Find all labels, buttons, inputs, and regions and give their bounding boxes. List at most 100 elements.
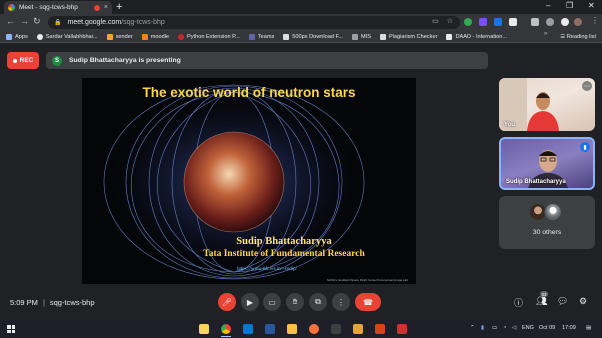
back-icon[interactable]: ← [6, 16, 15, 26]
acrobat-icon[interactable] [397, 324, 407, 334]
app-icon[interactable] [243, 324, 253, 334]
lock-icon: 🔒 [54, 20, 62, 26]
bookmark-item[interactable]: Python Extension P... [178, 33, 240, 40]
address-bar[interactable]: 🔒 meet.google.com/sqg-tcws-bhp ▭ ☆ [48, 16, 460, 29]
bookmark-item[interactable]: Teams [248, 33, 274, 40]
camera-icon: ▶ [246, 297, 254, 307]
minimize-button[interactable]: – [546, 1, 550, 10]
extension-icon[interactable] [561, 18, 569, 26]
chat-icon[interactable]: 💬︎ [557, 296, 568, 307]
teams-icon [248, 33, 255, 40]
record-dot-icon [12, 58, 17, 63]
omnibox-actions[interactable]: ▭ ☆ [432, 17, 456, 25]
extension-icon[interactable] [509, 18, 517, 26]
chrome-icon[interactable] [221, 324, 231, 334]
app-icon[interactable] [265, 324, 275, 334]
app-icon[interactable] [375, 324, 385, 334]
browser-tab-strip: Meet - sqg-tcws-bhp × + – ❐ ✕ [0, 0, 602, 14]
page-icon [283, 33, 290, 40]
tray-overflow-icon[interactable]: ⌃ [470, 325, 475, 331]
slide-title: The exotic world of neutron stars [142, 85, 356, 100]
browser-tab-meet[interactable]: Meet - sqg-tcws-bhp × [4, 1, 112, 14]
app-icon[interactable] [353, 324, 363, 334]
meeting-details-icon[interactable]: ⓘ [514, 296, 523, 309]
presenting-banner: S Sudip Bhattacharyya is presenting [46, 52, 488, 69]
participant-tile-you[interactable]: ⋯ You [499, 78, 595, 131]
extension-icon[interactable] [531, 18, 539, 26]
bookmark-item[interactable]: 500px Download F... [283, 33, 343, 40]
url-path: /sqg-tcws-bhp [121, 19, 165, 26]
file-explorer-icon[interactable] [199, 324, 209, 334]
meeting-info: 5:09 PM | sqg-tcws-bhp [10, 298, 95, 307]
presenting-text: Sudip Bhattacharyya is presenting [69, 57, 181, 64]
others-count: 30 others [532, 229, 562, 236]
bookmark-item[interactable]: moodle [141, 33, 169, 40]
tile-label: Sudip Bhattacharyya [506, 179, 566, 185]
taskbar-time[interactable]: 17:09 [562, 325, 576, 331]
browser-menu-icon[interactable]: ⋮ [591, 16, 599, 25]
tab-title: Meet - sqg-tcws-bhp [19, 4, 78, 11]
folder-icon[interactable] [287, 324, 297, 334]
participant-tile-others[interactable]: 30 others [499, 196, 595, 249]
bookmark-item[interactable]: Plagiarism Checker [379, 33, 437, 40]
firefox-icon[interactable] [309, 324, 319, 334]
google-meet-favicon-icon [8, 4, 15, 11]
windows-taskbar: ⌃ ▮ ▭ ◔ ◁ ENG Oct 09 17:09 ▤ [0, 320, 602, 338]
recording-indicator-icon [93, 4, 100, 11]
profile-avatar[interactable] [574, 18, 582, 26]
captions-icon: ▭ [268, 297, 276, 307]
doc-icon [379, 33, 386, 40]
people-count-badge: 33 [540, 291, 548, 297]
active-app-indicator [221, 336, 231, 337]
tab-close-icon[interactable]: × [104, 4, 108, 11]
url-host: meet.google.com [67, 19, 122, 26]
tile-label: You [504, 122, 515, 128]
close-window-button[interactable]: ✕ [588, 1, 595, 10]
avatar [544, 203, 562, 221]
captions-button[interactable]: ▭ [263, 293, 281, 311]
forward-icon[interactable]: → [20, 16, 29, 26]
bluetooth-icon[interactable]: ▮ [481, 325, 484, 331]
raise-hand-button[interactable]: ✋︎ [286, 293, 304, 311]
battery-icon[interactable]: ▭ [492, 325, 497, 331]
activities-icon[interactable]: ⚙︎ [579, 296, 587, 307]
bookmark-item[interactable]: MIS [351, 33, 371, 40]
browser-toolbar: ← → ↻ 🔒 meet.google.com/sqg-tcws-bhp ▭ ☆… [0, 14, 602, 31]
meeting-time: 5:09 PM [10, 298, 38, 307]
new-tab-button[interactable]: + [116, 1, 122, 13]
windows-start-icon[interactable] [7, 325, 15, 333]
reading-list-button[interactable]: ☰ Reading list [560, 34, 596, 40]
bookmark-item[interactable]: xender [106, 33, 133, 40]
extension-icon[interactable] [494, 18, 502, 26]
wifi-icon[interactable]: ◔ [503, 325, 506, 331]
slide-image-credit: NASA's Goddard Space Flight Center/Conce… [326, 278, 408, 282]
bookmarks-overflow-icon[interactable]: » [544, 31, 547, 37]
app-icon[interactable] [331, 324, 341, 334]
microphone-off-button[interactable]: 🎤︎ [218, 293, 236, 311]
leave-call-button[interactable]: ☎︎ [355, 293, 381, 311]
people-icon[interactable]: 👥︎ [536, 296, 547, 307]
camera-button[interactable]: ▶ [241, 293, 259, 311]
participant-tile-presenter[interactable]: ▮ Sudip Bhattacharyya [499, 137, 595, 190]
extensions-puzzle-icon[interactable] [546, 18, 554, 26]
language-indicator[interactable]: ENG [522, 325, 534, 331]
bookmark-item[interactable]: Apps [6, 33, 28, 40]
volume-icon[interactable]: ◁ [512, 325, 516, 331]
mic-off-icon: 🎤︎ [221, 297, 233, 307]
hang-up-icon: ☎︎ [363, 297, 373, 307]
more-options-button[interactable]: ⋮ [332, 293, 350, 311]
present-screen-button[interactable]: ⧉ [309, 293, 327, 311]
speaking-indicator-icon: ▮ [580, 142, 590, 152]
meeting-code: sqg-tcws-bhp [49, 298, 95, 307]
reload-icon[interactable]: ↻ [33, 16, 41, 27]
bookmark-item[interactable]: Sardar Vallabhbhai... [36, 33, 98, 40]
recording-badge[interactable]: REC [7, 52, 39, 69]
notifications-icon[interactable]: ▤ [586, 325, 591, 331]
more-options-icon[interactable]: ⋯ [582, 81, 592, 91]
extension-icon[interactable] [479, 18, 487, 26]
more-vert-icon: ⋮ [337, 297, 345, 307]
maximize-button[interactable]: ❐ [566, 1, 573, 10]
taskbar-date[interactable]: Oct 09 [539, 325, 555, 331]
extension-icon[interactable] [464, 18, 472, 26]
bookmark-item[interactable]: DAAD - Internation... [446, 33, 507, 40]
